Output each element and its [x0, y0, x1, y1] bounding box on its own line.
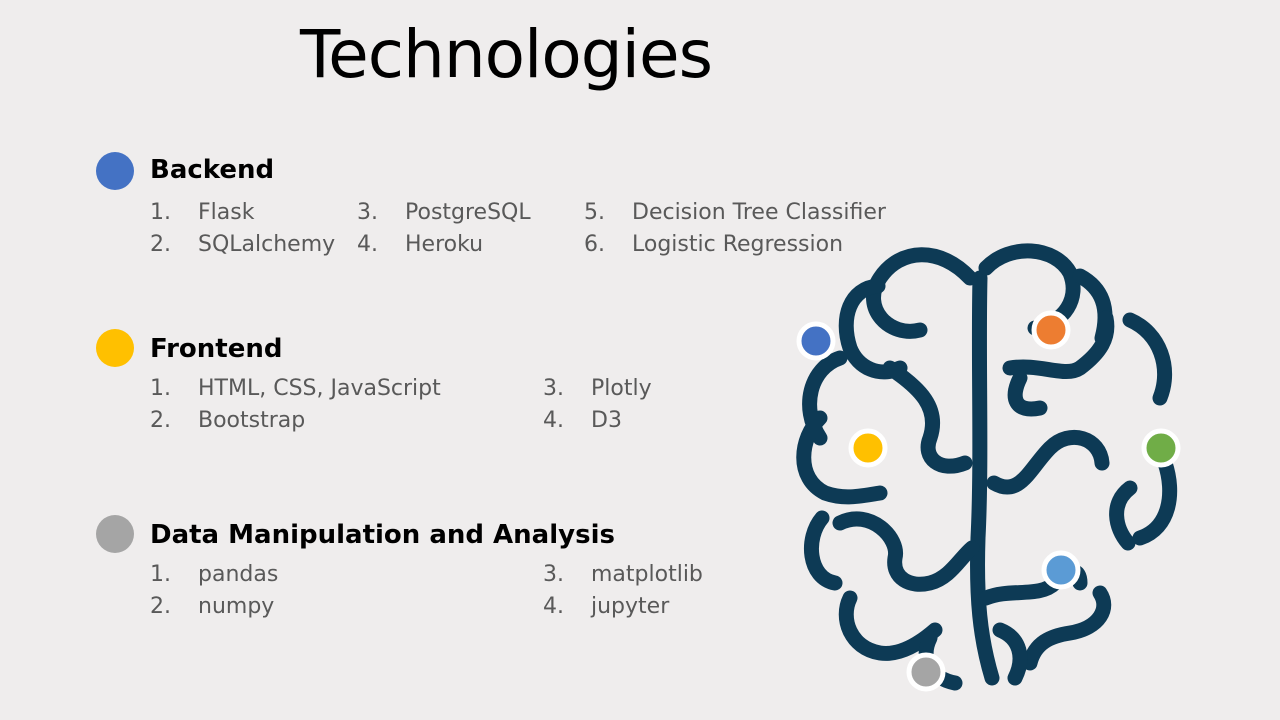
backend-bullet-dot [96, 152, 134, 190]
list-item: 2. Bootstrap [150, 408, 306, 433]
brain-node-orange [1031, 310, 1071, 350]
list-item: 2. SQLalchemy [150, 232, 336, 257]
list-item: 5. Decision Tree Classifier [584, 200, 886, 225]
list-item: 3. Plotly [543, 376, 652, 401]
list-item: 1. Flask [150, 200, 255, 225]
data-bullet-dot [96, 515, 134, 553]
list-item: 4. D3 [543, 408, 622, 433]
frontend-bullet-dot [96, 329, 134, 367]
slide-title: Technologies [300, 16, 713, 93]
list-item: 1. pandas [150, 562, 279, 587]
list-item: 2. numpy [150, 594, 275, 619]
list-item: 3. PostgreSQL [357, 200, 531, 225]
data-heading: Data Manipulation and Analysis [150, 520, 615, 550]
brain-node-gray [906, 652, 946, 692]
backend-heading: Backend [150, 155, 275, 185]
brain-node-green [1141, 428, 1181, 468]
brain-node-yellow [848, 428, 888, 468]
list-item: 1. HTML, CSS, JavaScript [150, 376, 441, 401]
brain-node-blue [796, 321, 836, 361]
brain-node-lightblue [1041, 550, 1081, 590]
brain-icon [796, 243, 1181, 692]
list-item: 4. jupyter [543, 594, 670, 619]
frontend-heading: Frontend [150, 334, 283, 364]
list-item: 4. Heroku [357, 232, 484, 257]
list-item: 3. matplotlib [543, 562, 703, 587]
